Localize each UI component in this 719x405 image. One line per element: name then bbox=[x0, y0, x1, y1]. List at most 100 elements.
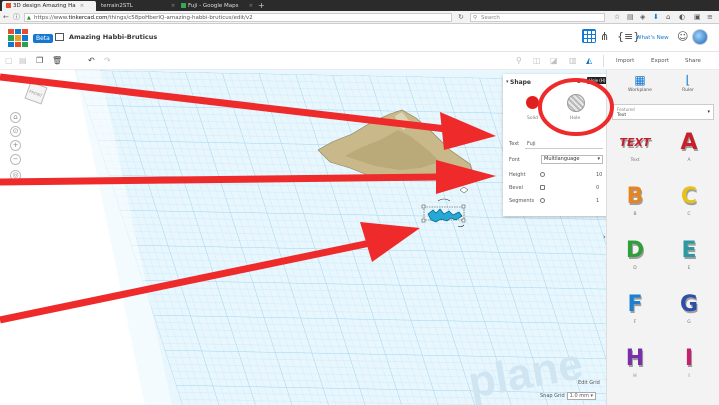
blocks-view-icon[interactable]: ⋔ bbox=[600, 30, 609, 43]
height-value[interactable]: 10 bbox=[596, 172, 602, 178]
group-icon[interactable]: ◫ bbox=[533, 56, 541, 66]
extension-icon[interactable]: ▣ bbox=[694, 13, 701, 22]
shape-item-text[interactable]: TEXT Text bbox=[615, 128, 655, 172]
font-value: Multilanguage bbox=[544, 156, 580, 162]
undo-icon[interactable]: ↶ bbox=[88, 56, 95, 66]
extension-icon[interactable]: ◐ bbox=[679, 13, 685, 22]
solid-color-button[interactable] bbox=[526, 96, 539, 109]
shape-item-f[interactable]: FF bbox=[615, 290, 655, 334]
browser-search-field[interactable]: ⚲ Search bbox=[470, 13, 605, 22]
logo-tile bbox=[22, 29, 28, 35]
logo-tile bbox=[15, 29, 21, 35]
font-select[interactable]: Multilanguage ▾ bbox=[541, 155, 603, 164]
design-list-icon[interactable] bbox=[55, 33, 64, 41]
ruler-button[interactable]: ⌊ Ruler bbox=[665, 72, 711, 98]
ungroup-icon[interactable]: ◪ bbox=[550, 56, 558, 66]
menu-icon[interactable]: ≡ bbox=[707, 13, 713, 22]
import-button[interactable]: Import bbox=[616, 56, 634, 66]
segments-value[interactable]: 1 bbox=[596, 198, 599, 204]
shape-label: I bbox=[688, 374, 690, 379]
user-icon[interactable]: ☺ bbox=[677, 30, 688, 43]
shape-item-g[interactable]: GG bbox=[669, 290, 709, 334]
lock-shape-icon[interactable]: ▪ bbox=[577, 79, 580, 85]
shape-item-b[interactable]: BB bbox=[615, 182, 655, 226]
workplane-button[interactable]: ▦ Workplane bbox=[617, 72, 663, 98]
shape-item-e[interactable]: EE bbox=[669, 236, 709, 280]
whats-new-link[interactable]: What's New bbox=[636, 35, 669, 41]
copy-icon[interactable]: ❐ bbox=[36, 56, 43, 66]
collapse-icon[interactable]: ▾ bbox=[506, 79, 509, 85]
paste-icon[interactable]: ▤ bbox=[19, 56, 27, 66]
search-placeholder: Search bbox=[481, 15, 500, 21]
shape-label: H bbox=[633, 374, 637, 379]
close-tab-icon[interactable]: × bbox=[249, 3, 254, 9]
close-tab-icon[interactable]: × bbox=[171, 3, 176, 9]
shape-label: G bbox=[687, 320, 691, 325]
segments-slider[interactable] bbox=[540, 198, 545, 203]
workplane-label: Workplane bbox=[628, 88, 652, 93]
mirror-icon[interactable]: ◭ bbox=[586, 56, 592, 66]
new-tab-icon[interactable]: + bbox=[258, 1, 265, 10]
align-icon[interactable]: ▥ bbox=[569, 56, 577, 66]
3d-view-button[interactable] bbox=[582, 29, 596, 43]
design-title[interactable]: Amazing Habbi-Bruticus bbox=[69, 33, 157, 41]
snap-grid-control: Snap Grid 1.0 mm ▾ bbox=[540, 392, 597, 400]
perspective-icon[interactable]: ◎ bbox=[10, 170, 21, 181]
zoom-in-icon[interactable]: + bbox=[10, 140, 21, 151]
avatar[interactable] bbox=[692, 29, 708, 45]
url-host: tinkercad.com bbox=[68, 15, 108, 21]
shape-inspector: ▾ Shape ▪ Hole (H) Solid Hole Text Fuji … bbox=[503, 74, 609, 216]
segments-label: Segments bbox=[509, 198, 535, 204]
browser-tab-terrain2stl[interactable]: terrain2STL × bbox=[97, 1, 177, 11]
lightbulb-icon[interactable]: ⚲ bbox=[516, 56, 522, 66]
workplane-icon: ▦ bbox=[634, 73, 646, 87]
download-icon[interactable]: ⬇ bbox=[653, 13, 659, 22]
export-button[interactable]: Export bbox=[651, 56, 669, 66]
delete-icon[interactable]: 🗑 bbox=[52, 56, 62, 66]
shape-thumbnail: A bbox=[680, 130, 698, 155]
browser-tab-google-maps[interactable]: Fuji - Google Maps × bbox=[177, 1, 257, 11]
zoom-out-icon[interactable]: − bbox=[10, 154, 21, 165]
tab-title: terrain2STL bbox=[101, 3, 133, 9]
tinkercad-logo[interactable] bbox=[8, 29, 28, 47]
pocket-icon[interactable]: ◈ bbox=[640, 13, 645, 22]
inspector-title: Shape bbox=[510, 79, 532, 86]
shape-item-a[interactable]: AA bbox=[669, 128, 709, 172]
back-icon[interactable]: ← bbox=[3, 13, 9, 22]
snap-grid-value: 1.0 mm bbox=[569, 393, 589, 399]
browser-tab-tinkercad[interactable]: 3D design Amazing Ha × bbox=[2, 1, 96, 11]
shape-thumbnail: H bbox=[625, 346, 645, 371]
reload-icon[interactable]: ↻ bbox=[458, 13, 464, 22]
info-icon[interactable]: ⓘ bbox=[13, 13, 20, 22]
logo-tile bbox=[15, 41, 21, 47]
text-label: Text bbox=[509, 141, 520, 147]
bevel-value[interactable]: 0 bbox=[596, 185, 599, 191]
shape-item-i[interactable]: II bbox=[669, 344, 709, 388]
font-label: Font bbox=[509, 157, 520, 163]
new-shape-icon[interactable]: ▢ bbox=[5, 56, 13, 66]
share-button[interactable]: Share bbox=[685, 56, 701, 66]
edit-grid-button[interactable]: Edit Grid bbox=[578, 380, 600, 386]
home-view-icon[interactable]: ⌂ bbox=[10, 112, 21, 123]
redo-icon[interactable]: ↷ bbox=[104, 56, 111, 66]
bevel-slider[interactable] bbox=[540, 185, 545, 190]
shape-thumbnail: G bbox=[679, 292, 699, 317]
snap-grid-select[interactable]: 1.0 mm ▾ bbox=[566, 392, 597, 400]
text-input[interactable]: Fuji bbox=[525, 140, 603, 149]
fit-view-icon[interactable]: ⊙ bbox=[10, 126, 21, 137]
logo-tile bbox=[22, 35, 28, 41]
home-icon[interactable]: ⌂ bbox=[666, 13, 670, 22]
shape-label: Text bbox=[630, 158, 640, 163]
shape-item-c[interactable]: CC bbox=[669, 182, 709, 226]
shape-item-d[interactable]: DD bbox=[615, 236, 655, 280]
solid-label: Solid bbox=[527, 116, 538, 121]
shape-item-h[interactable]: HH bbox=[615, 344, 655, 388]
star-icon[interactable]: ☆ bbox=[614, 13, 620, 22]
shape-library-select[interactable]: Featured Text ▾ bbox=[612, 104, 714, 120]
reading-list-icon[interactable]: ▤ bbox=[627, 13, 634, 22]
url-field[interactable]: ▲ https://www.tinkercad.com/things/c58po… bbox=[24, 13, 452, 22]
shapes-panel: ▦ Workplane ⌊ Ruler Featured Text ▾ TEXT… bbox=[606, 70, 719, 405]
hole-button[interactable] bbox=[567, 94, 585, 112]
close-tab-icon[interactable]: × bbox=[80, 3, 85, 9]
height-slider[interactable] bbox=[540, 172, 545, 177]
